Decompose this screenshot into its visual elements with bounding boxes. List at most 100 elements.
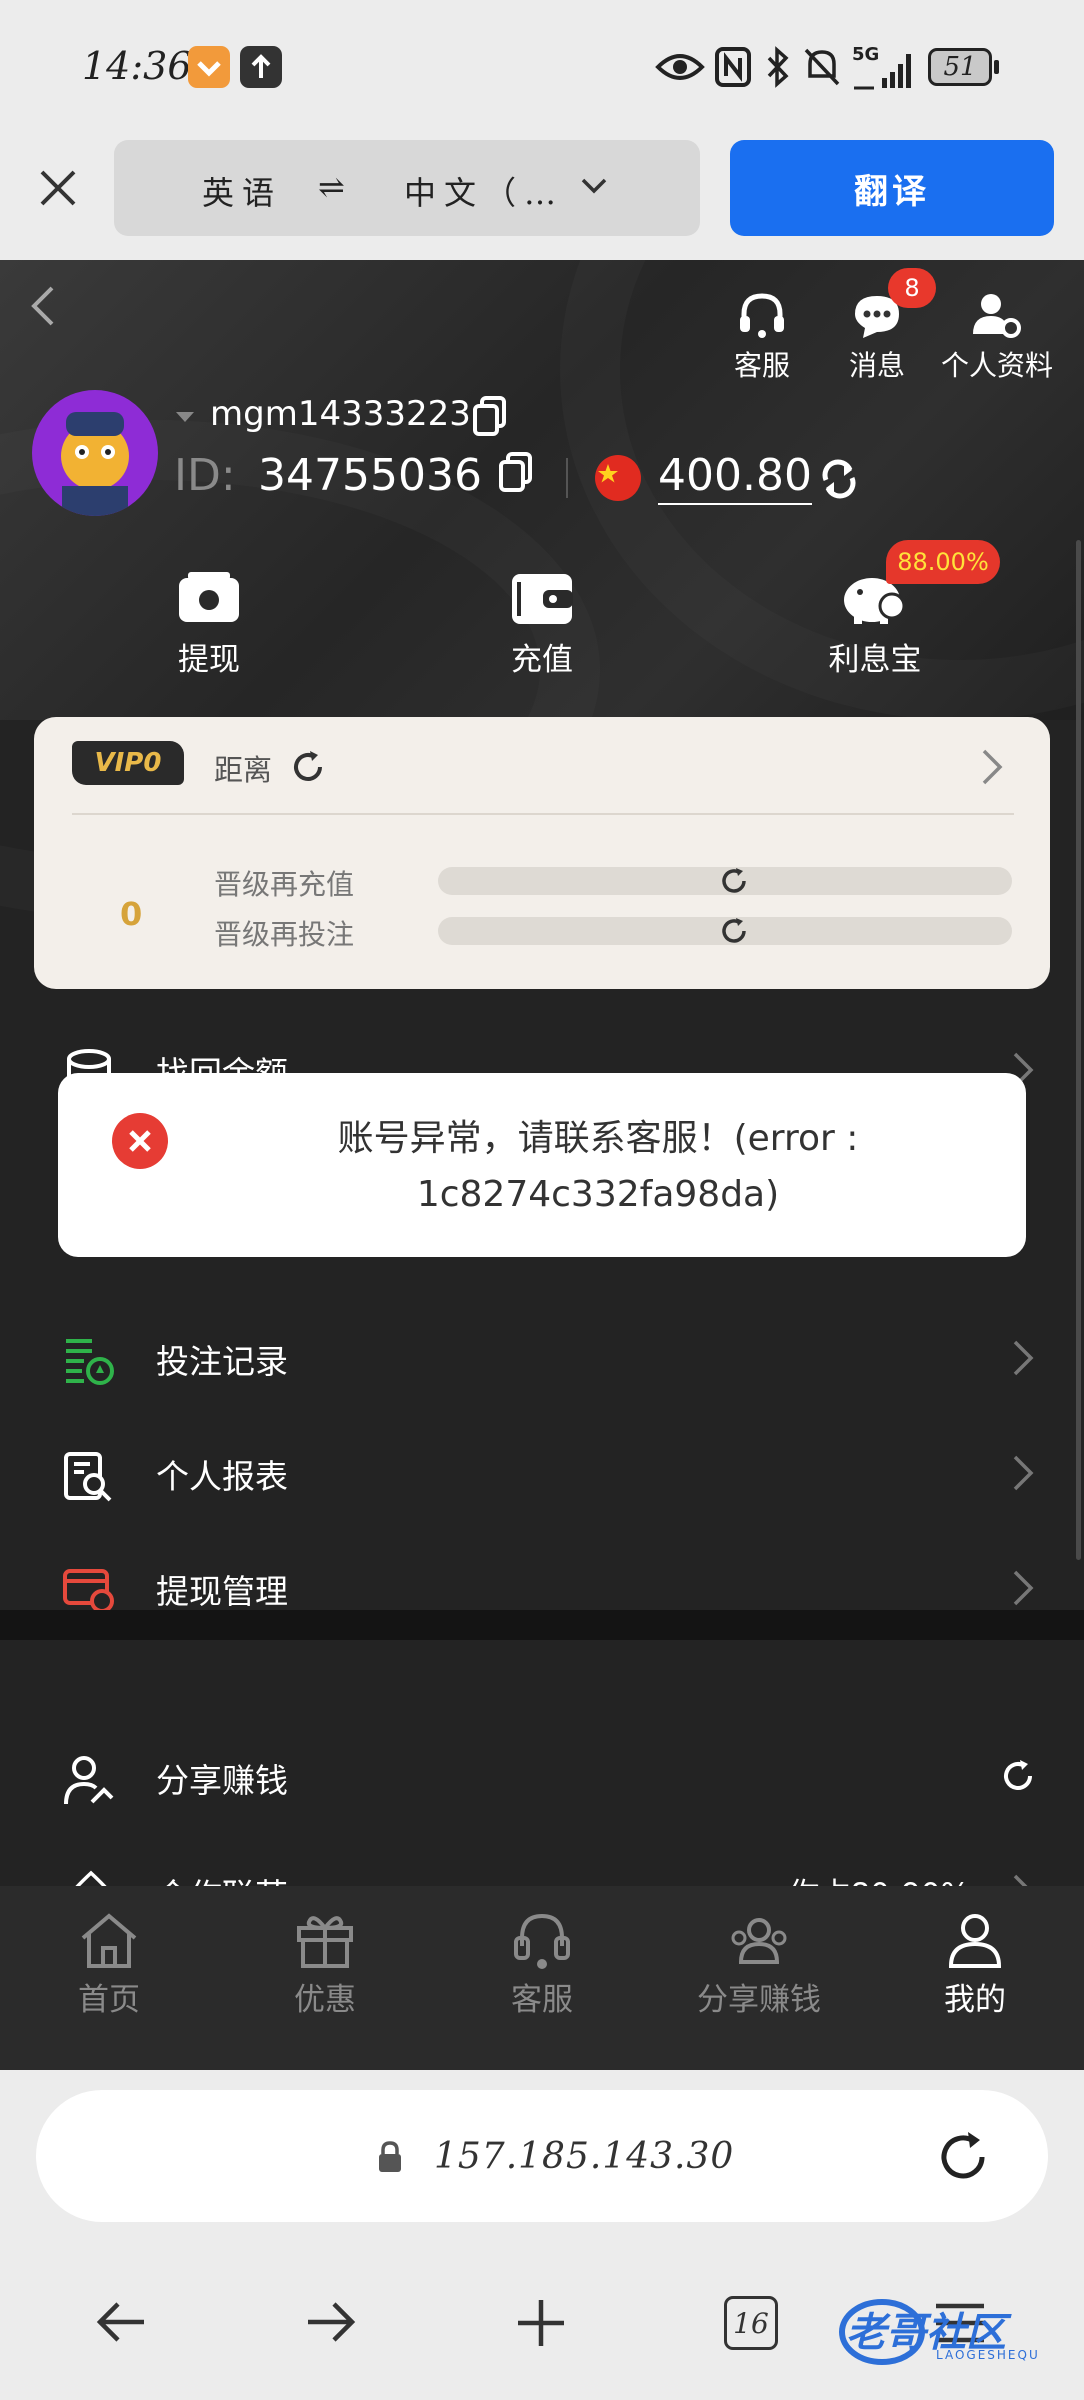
nav-mine[interactable]: 我的 [890, 1910, 1060, 2019]
nav-share[interactable]: 分享赚钱 [674, 1910, 844, 2019]
vip-recharge-progress [438, 867, 1012, 895]
nfc-icon [715, 47, 751, 87]
loading-icon [722, 918, 746, 943]
vip-distance-label: 距离 [214, 753, 273, 787]
china-flag-icon [595, 455, 641, 501]
battery-tip [994, 60, 999, 74]
share-user-icon [64, 1756, 114, 1805]
language-selector[interactable]: 英语 ⇌ 中文（… [114, 140, 700, 236]
menu-label: 个人报表 [156, 1457, 288, 1496]
caret-down-icon[interactable] [174, 410, 196, 424]
mute-icon [804, 48, 840, 86]
swap-languages-icon[interactable]: ⇌ [318, 168, 345, 206]
copy-id-icon[interactable] [498, 452, 534, 494]
vip-card[interactable]: VIP0 距离 0 晋级再充值 晋级再投注 [34, 717, 1050, 989]
error-message-line2: 1c8274c332fa98da) [416, 1174, 780, 1215]
menu-label: 提现管理 [156, 1572, 288, 1611]
tab-count-button[interactable]: 16 [724, 2296, 778, 2350]
menu-item-bet-records[interactable]: 投注记录 [0, 1303, 1084, 1413]
vip-divider [72, 813, 1014, 815]
header-profile-label: 个人资料 [940, 349, 1053, 382]
back-icon[interactable] [28, 284, 58, 328]
user-settings-icon [973, 294, 1021, 338]
nav-share-label: 分享赚钱 [697, 1982, 821, 2018]
nav-home[interactable]: 首页 [24, 1910, 194, 2019]
lock-icon [379, 2141, 401, 2172]
interest-label: 利息宝 [828, 642, 922, 678]
home-icon [81, 1913, 137, 1968]
menu-item-share-earn[interactable]: 分享赚钱 [0, 1722, 1084, 1832]
reload-icon[interactable] [934, 2128, 992, 2186]
withdraw-label: 提现 [178, 642, 240, 678]
card-settings-icon [63, 1569, 114, 1613]
refresh-balance-icon[interactable] [818, 458, 860, 500]
eye-icon [655, 54, 705, 80]
withdraw-button[interactable]: 提现 [134, 570, 284, 679]
target-language[interactable]: 中文（… [404, 168, 564, 214]
gift-icon [297, 1916, 353, 1968]
menu-label: 分享赚钱 [156, 1761, 288, 1800]
chevron-down-icon[interactable] [580, 176, 608, 196]
watermark-subtext: LAOGESHEQU [936, 2348, 1040, 2362]
chevron-right-icon[interactable] [980, 747, 1004, 787]
upload-notification-icon [240, 46, 282, 88]
scrollbar[interactable] [1076, 540, 1081, 1560]
section-separator [0, 1610, 1084, 1640]
header-service-label: 客服 [733, 349, 790, 382]
vip-badge: VIP0 [72, 741, 184, 785]
vip-bet-label: 晋级再投注 [214, 918, 355, 951]
battery-level: 51 [943, 52, 977, 82]
user-id-label: ID: [174, 450, 236, 501]
balance-amount: 400.80 [658, 450, 812, 505]
group-users-icon [731, 1918, 787, 1964]
nav-service[interactable]: 客服 [457, 1910, 627, 2019]
back-arrow-icon[interactable] [96, 2298, 148, 2346]
error-message-line1: 账号异常，请联系客服！(error : [337, 1118, 859, 1159]
signal-icon [854, 54, 911, 90]
status-clock: 14:36 [82, 44, 192, 88]
bottom-nav: 首页 优惠 客服 分享赚钱 我的 [0, 1886, 1084, 2070]
chevron-right-icon [1013, 1455, 1034, 1491]
forward-arrow-icon[interactable] [304, 2298, 356, 2346]
chevron-right-icon [1013, 1340, 1034, 1376]
nav-mine-label: 我的 [944, 1982, 1006, 2018]
avatar[interactable] [32, 390, 158, 516]
copy-username-icon[interactable] [472, 396, 508, 436]
cash-icon [179, 572, 239, 622]
close-icon[interactable] [36, 166, 80, 210]
interest-button[interactable]: 利息宝 [800, 570, 950, 679]
recharge-button[interactable]: 充值 [467, 570, 617, 679]
header-messages-label: 消息 [848, 349, 905, 382]
menu-item-personal-report[interactable]: 个人报表 [0, 1418, 1084, 1528]
divider [566, 458, 568, 498]
error-message: 账号异常，请联系客服！(error : 1c8274c332fa98da) [228, 1111, 968, 1223]
vip-recharge-label: 晋级再充值 [214, 868, 355, 901]
error-icon [112, 1113, 168, 1169]
nav-promo-label: 优惠 [294, 1982, 356, 2018]
headset-icon [740, 293, 784, 338]
error-toast: 账号异常，请联系客服！(error : 1c8274c332fa98da) [58, 1073, 1026, 1257]
report-search-icon [64, 1452, 112, 1502]
header-profile-button[interactable]: 个人资料 [937, 290, 1057, 384]
bluetooth-icon [767, 46, 789, 88]
vip-level-value: 0 [120, 895, 143, 933]
nav-promo[interactable]: 优惠 [240, 1910, 410, 2019]
nav-home-label: 首页 [78, 1982, 140, 2018]
refresh-icon[interactable] [998, 1756, 1038, 1796]
user-icon [948, 1914, 1002, 1968]
vip-bet-progress [438, 917, 1012, 945]
menu-label: 投注记录 [156, 1342, 288, 1381]
messages-badge: 8 [888, 268, 936, 308]
loading-icon [722, 868, 746, 893]
url-text[interactable]: 157.185.143.30 [434, 2136, 734, 2177]
new-tab-icon[interactable] [514, 2296, 568, 2350]
refresh-icon[interactable] [288, 747, 328, 787]
source-language[interactable]: 英语 [202, 168, 282, 214]
chevron-right-icon [1013, 1570, 1034, 1606]
wallet-icon [512, 574, 573, 624]
header-service-button[interactable]: 客服 [707, 290, 817, 384]
interest-rate-badge: 88.00% [886, 540, 1000, 584]
battery-indicator: 51 [928, 48, 992, 86]
translate-button[interactable]: 翻译 [730, 140, 1054, 236]
recharge-label: 充值 [511, 642, 573, 678]
